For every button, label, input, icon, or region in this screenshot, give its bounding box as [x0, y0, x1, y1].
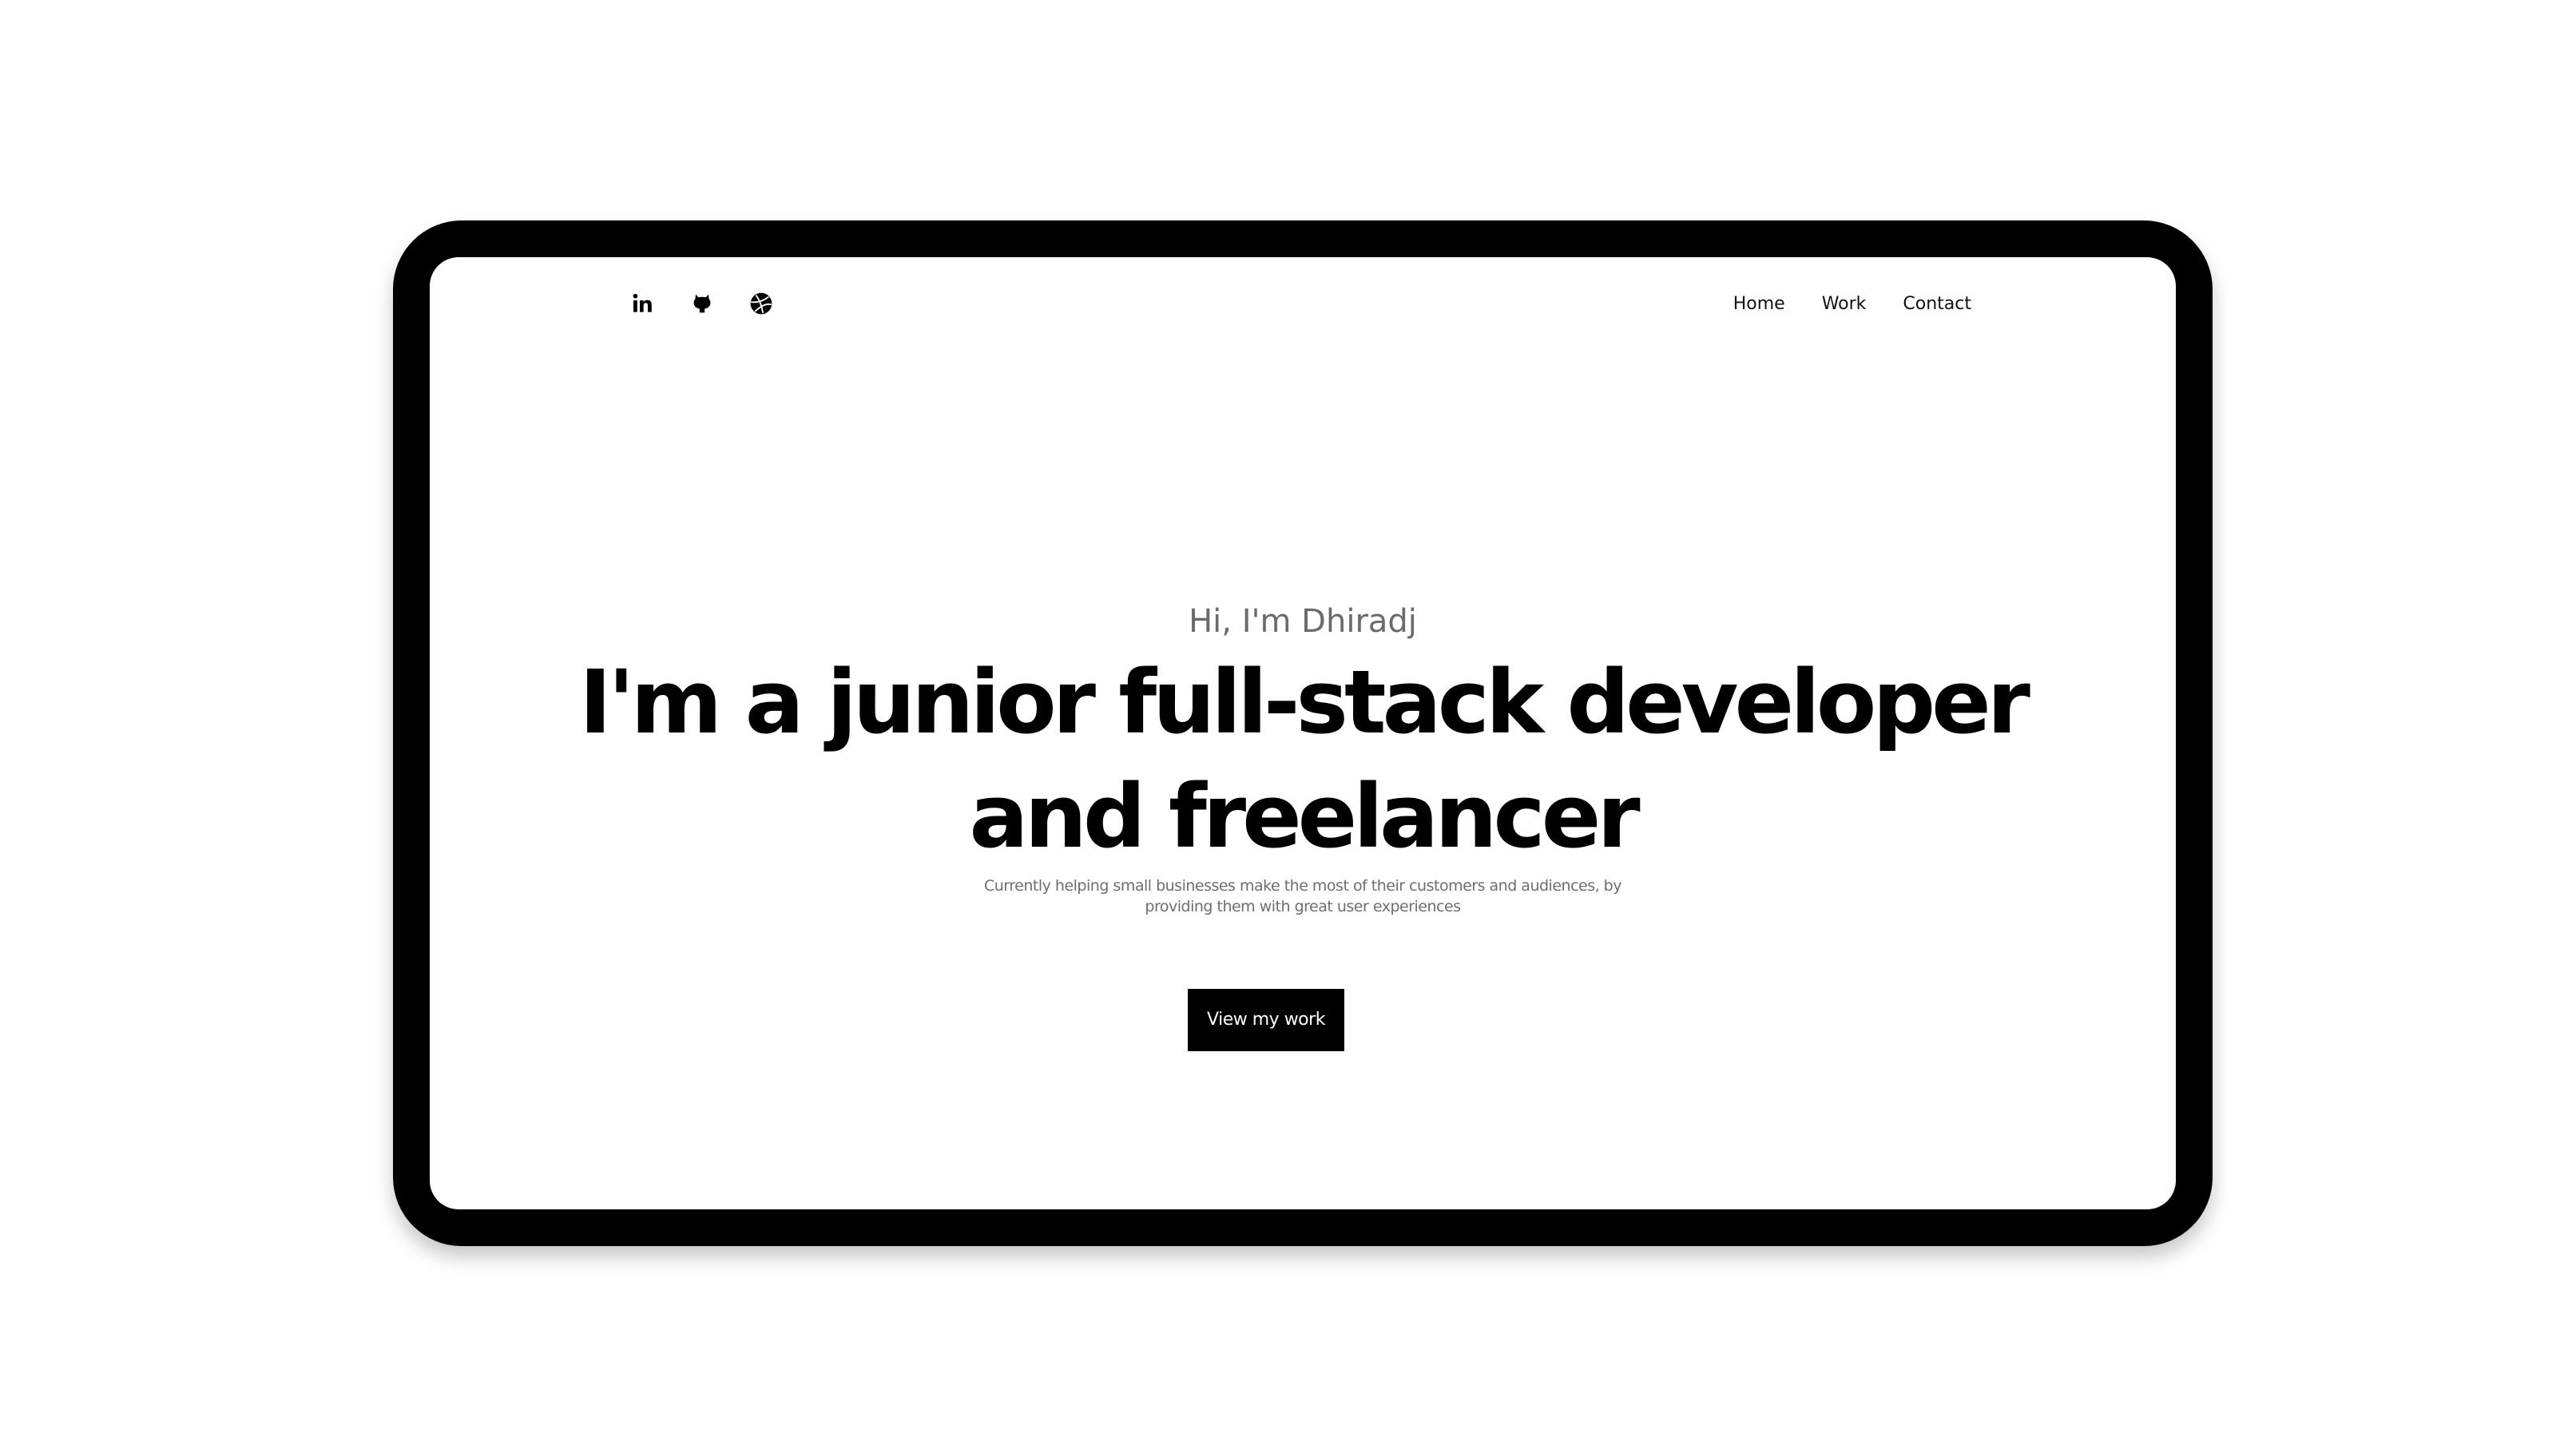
- hero-headline: I'm a junior full-stack developer and fr…: [430, 645, 2176, 874]
- main-nav: Home Work Contact: [1733, 280, 1971, 328]
- view-my-work-button[interactable]: View my work: [1188, 989, 1344, 1051]
- device-screen: Home Work Contact Hi, I'm Dhiradj I'm a …: [430, 257, 2176, 1209]
- dribbble-glyph: [750, 292, 772, 315]
- nav-contact-link[interactable]: Contact: [1903, 294, 1971, 314]
- dribbble-icon[interactable]: [748, 290, 775, 317]
- nav-work-link[interactable]: Work: [1822, 294, 1867, 314]
- hero-greeting: Hi, I'm Dhiradj: [1189, 603, 1417, 640]
- device-frame: Home Work Contact Hi, I'm Dhiradj I'm a …: [393, 220, 2213, 1246]
- linkedin-icon[interactable]: [629, 290, 657, 317]
- nav-home-link[interactable]: Home: [1733, 294, 1785, 314]
- hero-subtext: Currently helping small businesses make …: [984, 877, 1621, 915]
- github-glyph: [693, 294, 711, 313]
- hero-headline-line2: and freelancer: [969, 765, 1640, 867]
- hero-headline-line1: I'm a junior full-stack developer: [579, 651, 2030, 753]
- github-icon[interactable]: [689, 290, 716, 317]
- social-links: [629, 280, 775, 328]
- hero-section: Hi, I'm Dhiradj I'm a junior full-stack …: [430, 601, 2176, 1051]
- linkedin-glyph: [633, 293, 652, 312]
